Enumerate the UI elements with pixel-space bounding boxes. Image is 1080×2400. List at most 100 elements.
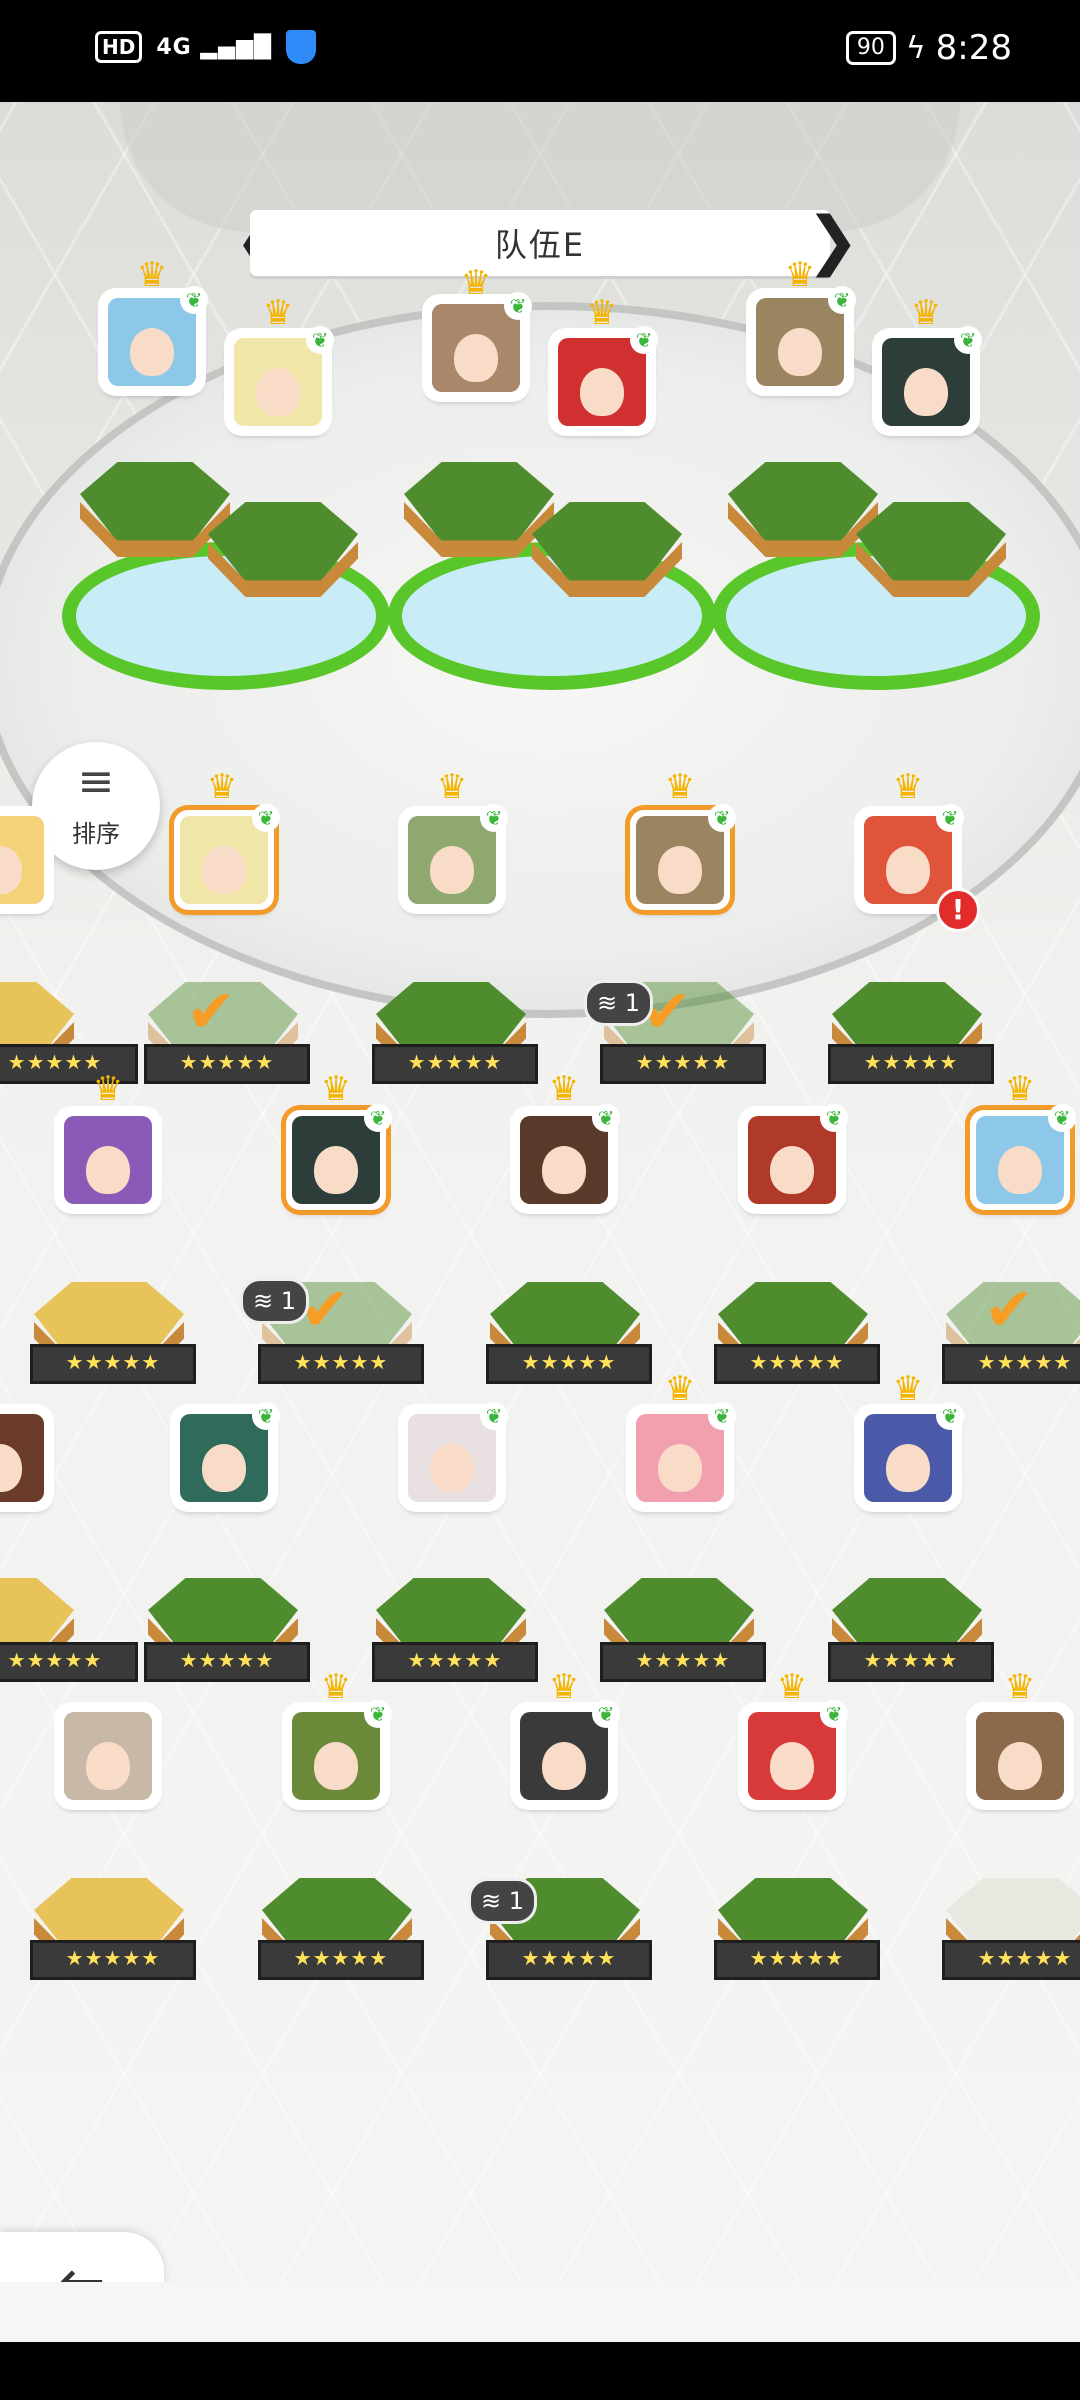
- check-icon: ✔: [186, 977, 237, 1047]
- crown-icon: ♛: [784, 255, 816, 295]
- star-rating: ★★★★★: [258, 1940, 424, 1980]
- leaf-icon: ❦: [1048, 1104, 1076, 1132]
- badge-count: 1: [624, 989, 641, 1017]
- crown-icon: ♛: [320, 1069, 352, 1109]
- roster-character-card[interactable]: ❦: [970, 1104, 1076, 1210]
- roster-character-card[interactable]: ❦: [514, 1700, 620, 1806]
- roster-character-card[interactable]: ❦: [286, 1104, 392, 1210]
- leaf-icon: ❦: [364, 1700, 392, 1728]
- crown-icon: ♛: [776, 1667, 808, 1707]
- copy-count-badge: ≋ 1: [240, 1278, 310, 1324]
- roster-character-card[interactable]: ❦: [402, 1402, 508, 1508]
- copy-count-badge: ≋ 1: [468, 1878, 538, 1924]
- crown-icon: ♛: [1004, 1069, 1036, 1109]
- leaf-icon: ❦: [936, 804, 964, 832]
- leaf-icon: ❦: [954, 326, 982, 354]
- team-member-portrait[interactable]: ❦: [552, 326, 658, 432]
- leaf-icon: ❦: [592, 1104, 620, 1132]
- star-rating: ★★★★★: [600, 1044, 766, 1084]
- crown-icon: ♛: [1004, 1667, 1036, 1707]
- badge-count: 1: [508, 1887, 525, 1915]
- roster-character-card[interactable]: ❦: [174, 1402, 280, 1508]
- roster-character-card[interactable]: [0, 1408, 50, 1508]
- sort-label: 排序: [72, 820, 120, 848]
- leaf-icon: ❦: [820, 1700, 848, 1728]
- crown-icon: ♛: [460, 263, 492, 303]
- crown-icon: ♛: [548, 1069, 580, 1109]
- system-nav-bar: [0, 2342, 1080, 2400]
- leaf-icon: ❦: [828, 286, 856, 314]
- leaf-icon: ❦: [708, 1402, 736, 1430]
- crown-icon: ♛: [436, 767, 468, 807]
- crown-icon: ♛: [910, 293, 942, 333]
- team-pod: [532, 502, 682, 612]
- game-scene: ❮ 队伍E ❯ ♛ ❦ ♛ ❦ ♛ ❦ ♛ ❦ ♛ ❦ ♛ ❦ ≡ 排序 ♛ ❦…: [0, 102, 1080, 2342]
- roster-character-card[interactable]: ❦: [742, 1700, 848, 1806]
- roster-character-card[interactable]: ❦: [630, 804, 736, 910]
- team-member-portrait[interactable]: ❦: [750, 286, 856, 392]
- roster-character-card[interactable]: ❦: [742, 1104, 848, 1210]
- badge-count: 1: [280, 1287, 297, 1315]
- team-member-portrait[interactable]: ❦: [876, 326, 982, 432]
- crown-icon: ♛: [892, 767, 924, 807]
- leaf-icon: ❦: [364, 1104, 392, 1132]
- copy-count-badge: ≋ 1: [584, 980, 654, 1026]
- star-rating: ★★★★★: [372, 1642, 538, 1682]
- charging-icon: ϟ: [905, 30, 926, 66]
- leaf-icon: ❦: [708, 804, 736, 832]
- star-rating: ★★★★★: [0, 1642, 138, 1682]
- status-bar: HD 4G ▂▄▆█ 90 ϟ 8:28: [0, 0, 1080, 102]
- shield-icon: [286, 30, 317, 64]
- crown-icon: ♛: [892, 1369, 924, 1409]
- roster-character-card[interactable]: ❦: [630, 1402, 736, 1508]
- sort-down-icon: ≡: [77, 756, 115, 807]
- check-icon: ✔: [984, 1275, 1035, 1345]
- roster-character-card[interactable]: [970, 1706, 1070, 1806]
- team-member-portrait[interactable]: ❦: [426, 292, 532, 398]
- crown-icon: ♛: [262, 293, 294, 333]
- leaf-icon: ❦: [480, 804, 508, 832]
- team-member-portrait[interactable]: ❦: [228, 326, 334, 432]
- roster-character-card[interactable]: ❦: [402, 804, 508, 910]
- star-rating: ★★★★★: [600, 1642, 766, 1682]
- leaf-icon: ❦: [504, 292, 532, 320]
- roster-character-card[interactable]: ❦: [174, 804, 280, 910]
- signal-icon: 4G ▂▄▆█: [156, 34, 273, 60]
- crown-icon: ♛: [664, 1369, 696, 1409]
- star-rating: ★★★★★: [942, 1344, 1080, 1384]
- star-rating: ★★★★★: [828, 1044, 994, 1084]
- roster-character-card[interactable]: ❦: [858, 1402, 964, 1508]
- star-rating: ★★★★★: [258, 1344, 424, 1384]
- crown-icon: ♛: [548, 1667, 580, 1707]
- star-rating: ★★★★★: [30, 1940, 196, 1980]
- crown-icon: ♛: [586, 293, 618, 333]
- crown-icon: ♛: [92, 1069, 124, 1109]
- crown-icon: ♛: [320, 1667, 352, 1707]
- battery-level: 90: [845, 31, 896, 65]
- star-rating: ★★★★★: [372, 1044, 538, 1084]
- leaf-icon: ❦: [592, 1700, 620, 1728]
- leaf-icon: ❦: [820, 1104, 848, 1132]
- star-rating: ★★★★★: [828, 1642, 994, 1682]
- roster-character-card[interactable]: ❦: [286, 1700, 392, 1806]
- star-rating: ★★★★★: [714, 1344, 880, 1384]
- hd-indicator: HD: [95, 31, 143, 63]
- roster-character-card[interactable]: [0, 810, 50, 910]
- star-rating: ★★★★★: [144, 1642, 310, 1682]
- roster-character-card[interactable]: [58, 1706, 158, 1806]
- team-pod: [208, 502, 358, 612]
- roster-character-card[interactable]: ❦: [514, 1104, 620, 1210]
- leaf-icon: ❦: [252, 804, 280, 832]
- leaf-icon: ❦: [630, 326, 658, 354]
- crown-icon: ♛: [136, 255, 168, 295]
- star-rating: ★★★★★: [30, 1344, 196, 1384]
- sort-button[interactable]: ≡ 排序: [32, 742, 160, 870]
- team-member-portrait[interactable]: ❦: [102, 286, 208, 392]
- leaf-icon: ❦: [180, 286, 208, 314]
- crown-icon: ♛: [664, 767, 696, 807]
- leaf-icon: ❦: [936, 1402, 964, 1430]
- star-rating: ★★★★★: [486, 1344, 652, 1384]
- clock: 8:28: [935, 28, 1012, 68]
- roster-character-card[interactable]: [58, 1110, 158, 1210]
- leaf-icon: ❦: [480, 1402, 508, 1430]
